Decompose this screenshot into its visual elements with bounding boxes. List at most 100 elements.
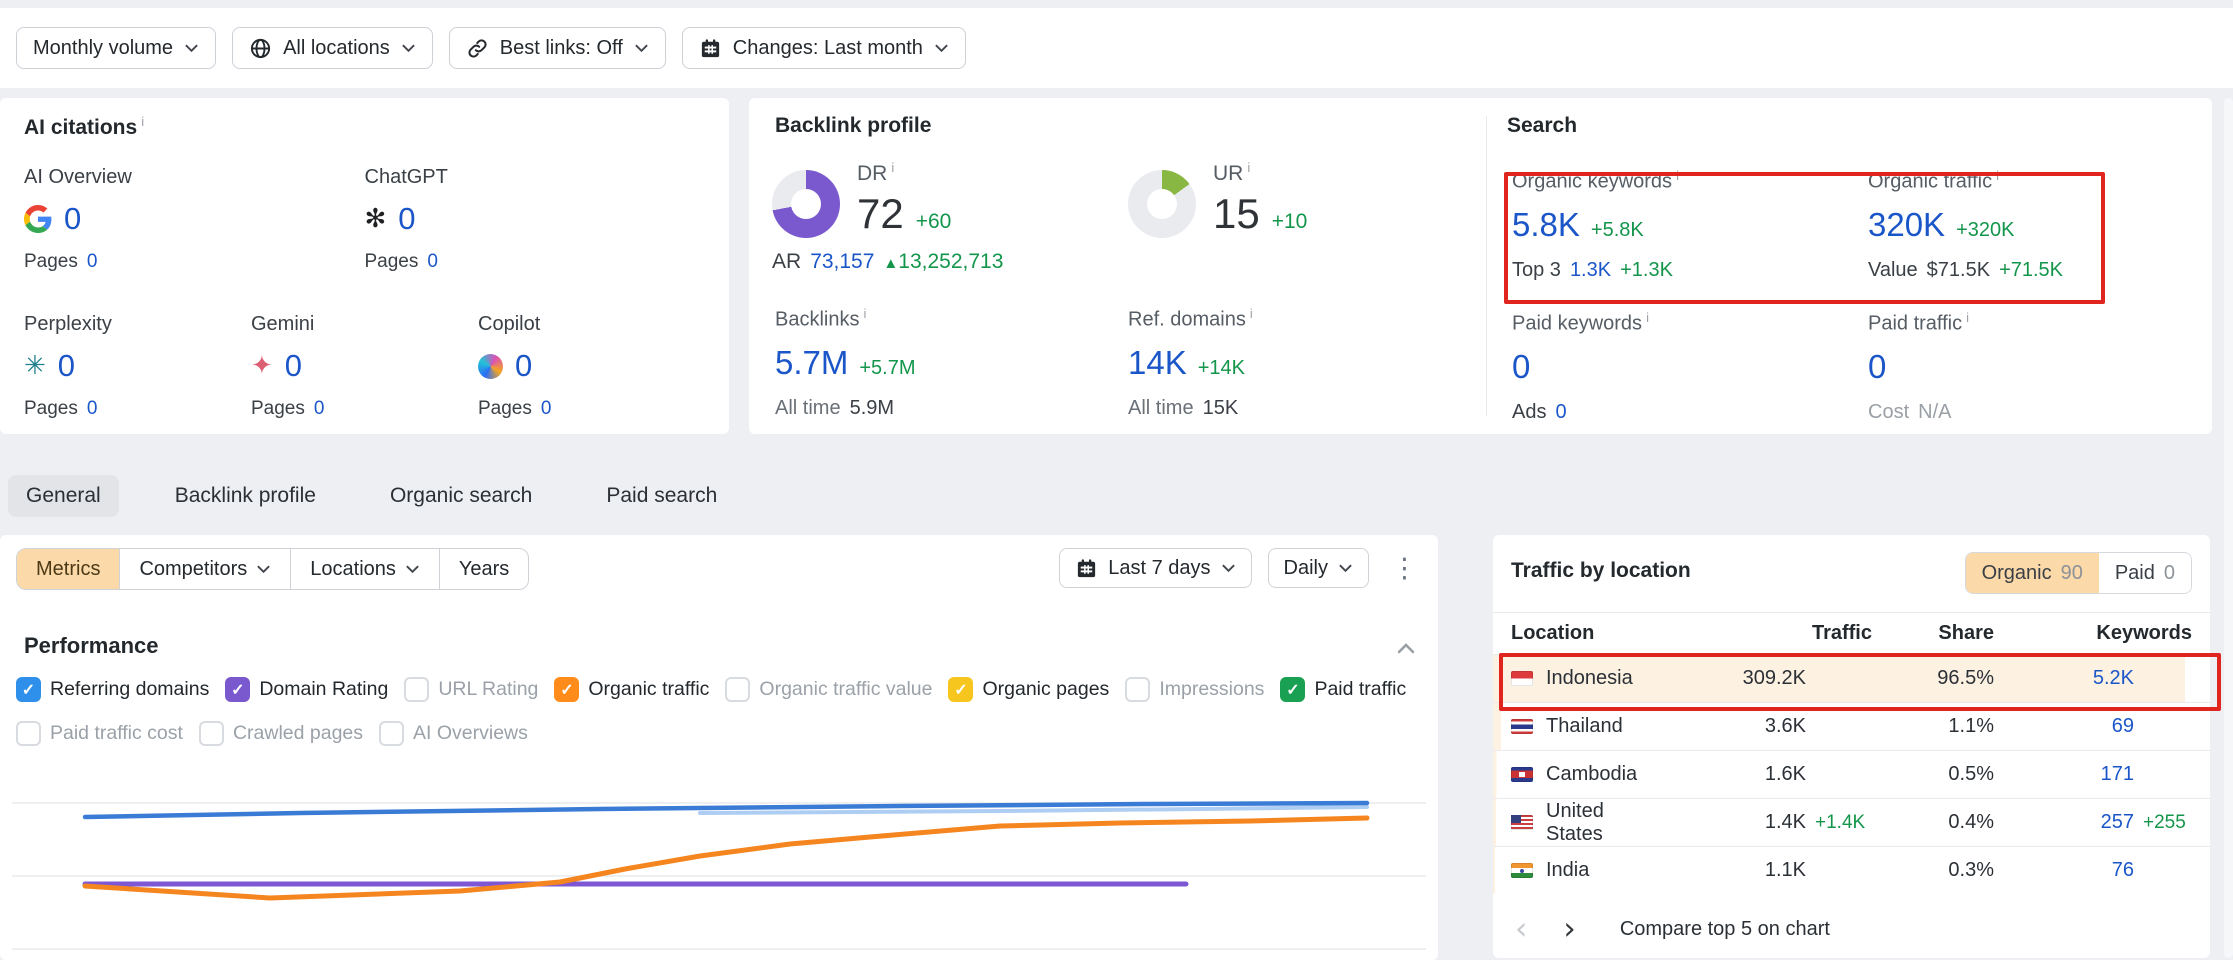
checkbox-checked-icon: ✓ [16,677,41,702]
perplexity-count[interactable]: 0 [58,348,75,384]
keywords-count-link[interactable]: 257 [1994,811,2134,834]
perplexity-icon: ✳ [24,353,46,379]
chevron-down-icon [634,43,649,53]
checkbox-paid-traffic[interactable]: ✓Paid traffic [1280,677,1406,702]
segment-metrics[interactable]: Metrics [17,549,119,589]
tab-paid-search[interactable]: Paid search [588,475,735,517]
traffic-by-location-title: Traffic by location [1511,559,1691,583]
checkbox-ai-overviews[interactable]: AI Overviews [379,721,528,746]
checkbox-organic-traffic[interactable]: ✓Organic traffic [554,677,709,702]
info-icon[interactable]: i [1676,168,1679,183]
checkbox-unchecked-icon [725,677,750,702]
backlink-profile-title: Backlink profile [775,114,931,138]
table-row-cambodia[interactable]: Cambodia 1.6K 0.5% 171 [1493,750,2210,798]
chart-line-organic-traffic [85,818,1367,898]
pages-count-link[interactable]: 0 [314,398,325,420]
table-row-india[interactable]: India 1.1K 0.3% 76 [1493,846,2210,894]
checkbox-paid-traffic-cost[interactable]: Paid traffic cost [16,721,183,746]
segment-years[interactable]: Years [439,549,528,589]
backlinks-value[interactable]: 5.7M [775,344,848,382]
vertical-scrollbar[interactable] [2224,98,2233,958]
copilot-count[interactable]: 0 [515,348,532,384]
toggle-organic[interactable]: Organic90 [1966,553,2099,593]
cambodia-flag-icon [1511,767,1533,782]
ai-overview-count[interactable]: 0 [64,201,81,237]
info-icon[interactable]: i [1996,168,1999,183]
top3-value-link[interactable]: 1.3K [1570,259,1611,282]
gemini-count[interactable]: 0 [285,348,302,384]
united-states-flag-icon [1511,815,1533,830]
checkbox-crawled-pages[interactable]: Crawled pages [199,721,363,746]
paid-traffic-stat: Paid traffici 0 CostN/A [1868,310,1969,424]
date-range-selector[interactable]: Last 7 days [1059,548,1251,588]
granularity-selector[interactable]: Daily [1268,548,1369,588]
monthly-volume-filter[interactable]: Monthly volume [16,27,216,69]
table-row-thailand[interactable]: Thailand 3.6K 1.1% 69 [1493,702,2210,750]
paid-traffic-value[interactable]: 0 [1868,348,1886,386]
compare-top5-link[interactable]: Compare top 5 on chart [1620,918,1830,941]
calendar-icon [1075,557,1098,580]
best-links-filter[interactable]: Best links: Off [449,27,666,69]
paid-keywords-value[interactable]: 0 [1512,348,1530,386]
ar-value-link[interactable]: 73,157 [810,250,874,274]
performance-section-title: Performance [24,633,159,659]
segment-locations[interactable]: Locations [290,549,439,589]
info-icon[interactable]: i [863,306,866,321]
checkbox-unchecked-icon [199,721,224,746]
checkbox-organic-traffic-value[interactable]: Organic traffic value [725,677,932,702]
checkbox-referring-domains[interactable]: ✓Referring domains [16,677,209,702]
pages-count-link[interactable]: 0 [87,398,98,420]
organic-traffic-value[interactable]: 320K [1868,206,1945,244]
chart-line-referring-domains-prev [700,807,1367,813]
checkbox-url-rating[interactable]: URL Rating [404,677,538,702]
keywords-count-link[interactable]: 5.2K [1994,667,2134,690]
info-icon[interactable]: i [1247,160,1250,175]
location-table-footer: ‹ › Compare top 5 on chart [1493,894,2210,942]
tab-backlink-profile[interactable]: Backlink profile [157,475,334,517]
organic-paid-toggle: Organic90 Paid0 [1965,552,2192,594]
toggle-paid[interactable]: Paid0 [2099,553,2191,593]
next-page-chevron-icon[interactable]: › [1563,916,1575,942]
collapse-section-chevron-up-icon[interactable] [1394,637,1418,661]
ur-delta: +10 [1272,210,1308,234]
tab-organic-search[interactable]: Organic search [372,475,550,517]
pages-count-link[interactable]: 0 [87,251,98,273]
info-icon[interactable]: i [1250,306,1253,321]
copilot-icon [478,354,503,379]
ai-citation-perplexity: Perplexity ✳ 0 Pages0 [24,313,251,420]
tab-general[interactable]: General [8,475,119,517]
keywords-count-link[interactable]: 76 [1994,859,2134,882]
locations-filter[interactable]: All locations [232,27,433,69]
ai-citation-chatgpt: ChatGPT ✻ 0 Pages0 [365,166,706,273]
table-row-indonesia[interactable]: Indonesia 309.2K 96.5% 5.2K [1493,654,2210,702]
info-icon[interactable]: i [141,114,144,129]
pages-count-link[interactable]: 0 [541,398,552,420]
info-icon[interactable]: i [1966,310,1969,325]
changes-filter[interactable]: Changes: Last month [682,27,966,69]
ads-count-link[interactable]: 0 [1555,401,1566,424]
checkbox-organic-pages[interactable]: ✓Organic pages [948,677,1109,702]
ref-domains-value[interactable]: 14K [1128,344,1187,382]
dr-value: 72 [857,190,904,238]
table-row-united-states[interactable]: United States 1.4K+1.4K 0.4% 257+255 [1493,798,2210,846]
keywords-count-link[interactable]: 171 [1994,763,2134,786]
section-tabs: General Backlink profile Organic search … [8,473,735,519]
keywords-count-link[interactable]: 69 [1994,715,2134,738]
info-icon[interactable]: i [891,160,894,175]
checkbox-impressions[interactable]: Impressions [1125,677,1264,702]
segment-competitors[interactable]: Competitors [119,549,290,589]
previous-page-chevron-icon[interactable]: ‹ [1515,916,1527,942]
more-options-kebab-icon[interactable]: ⋮ [1385,553,1424,584]
pages-count-link[interactable]: 0 [427,251,438,273]
organic-keywords-stat: Organic keywordsi 5.8K+5.8K Top 31.3K+1.… [1512,168,1679,282]
ar-row: AR 73,157 ▲13,252,713 [772,250,1003,274]
chatgpt-count[interactable]: 0 [398,201,415,237]
organic-keywords-value[interactable]: 5.8K [1512,206,1580,244]
info-icon[interactable]: i [1646,310,1649,325]
filter-label: Monthly volume [33,37,173,60]
checkbox-checked-icon: ✓ [1280,677,1305,702]
search-title: Search [1507,114,1577,138]
globe-icon [249,37,272,60]
checkbox-domain-rating[interactable]: ✓Domain Rating [225,677,388,702]
ai-citations-panel: AI citationsi AI Overview 0 Pages0 ChatG… [0,98,729,434]
